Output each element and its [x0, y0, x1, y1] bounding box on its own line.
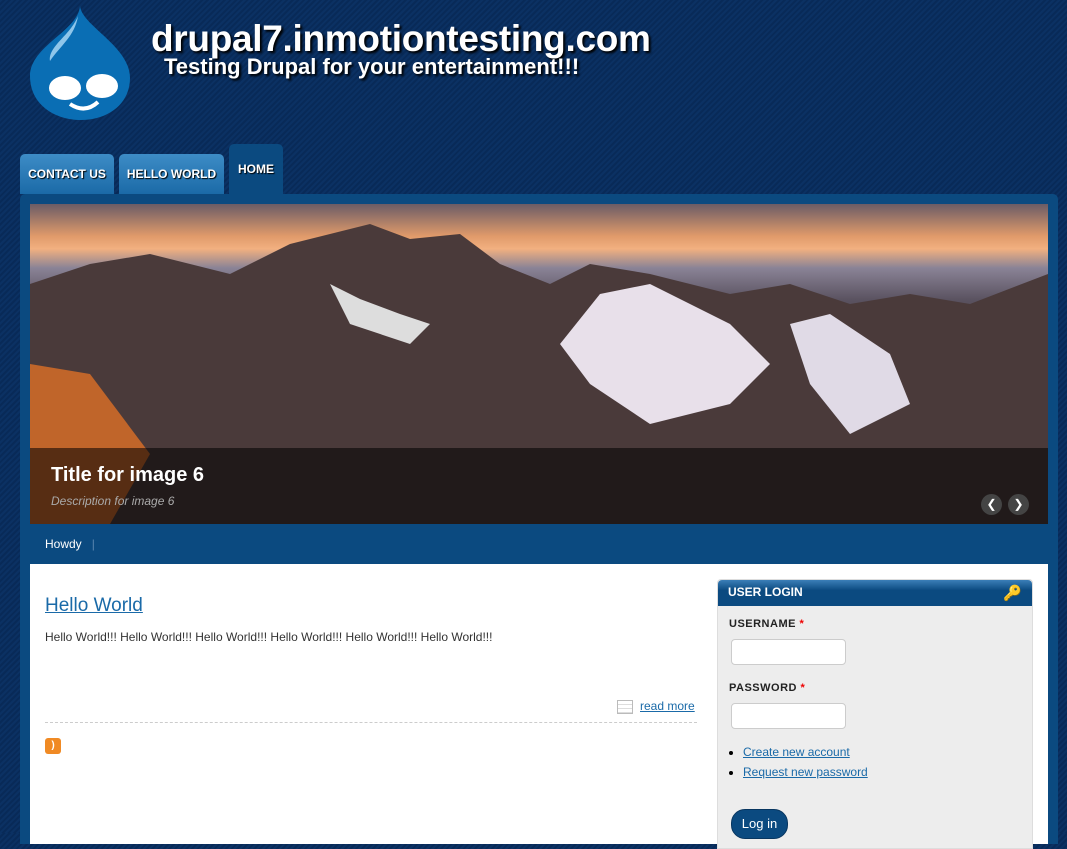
- site-slogan: Testing Drupal for your entertainment!!!: [164, 54, 580, 79]
- login-button[interactable]: Log in: [731, 809, 788, 839]
- request-password-link[interactable]: Request new password: [743, 765, 868, 779]
- tab-contact-us[interactable]: CONTACT US: [20, 154, 114, 194]
- slideshow[interactable]: Title for image 6 Description for image …: [30, 204, 1048, 524]
- tab-hello-world[interactable]: HELLO WORLD: [119, 154, 224, 194]
- drupal-logo[interactable]: [30, 6, 132, 120]
- block-title: USER LOGIN: [728, 585, 803, 599]
- username-input[interactable]: [731, 639, 846, 665]
- node-body: Hello World!!! Hello World!!! Hello Worl…: [45, 630, 493, 644]
- document-icon: [617, 700, 633, 714]
- tab-home[interactable]: HOME: [229, 144, 283, 196]
- create-account-link[interactable]: Create new account: [743, 745, 850, 759]
- block-header: USER LOGIN 🔑: [718, 580, 1032, 606]
- password-label: PASSWORD *: [729, 682, 806, 694]
- slide-caption: Title for image 6 Description for image …: [30, 448, 1048, 524]
- node-title-link[interactable]: Hello World: [45, 595, 143, 617]
- username-label: USERNAME *: [729, 618, 805, 630]
- password-input[interactable]: [731, 703, 846, 729]
- key-icon: 🔑: [1003, 585, 1022, 602]
- prev-arrow-icon[interactable]: ❮: [981, 494, 1002, 515]
- login-links: Create new account Request new password: [743, 745, 868, 785]
- secondary-nav: Howdy |: [45, 537, 95, 551]
- slide-title: Title for image 6: [51, 464, 205, 486]
- separator: |: [91, 537, 95, 551]
- divider: [45, 722, 697, 723]
- slide-description: Description for image 6: [51, 494, 175, 508]
- rss-icon[interactable]: ): [45, 738, 61, 754]
- secondary-nav-howdy[interactable]: Howdy: [45, 537, 82, 551]
- user-login-block: USER LOGIN 🔑 USERNAME * PASSWORD * Create…: [717, 579, 1033, 849]
- read-more-link[interactable]: read more: [640, 699, 695, 713]
- next-arrow-icon[interactable]: ❯: [1008, 494, 1029, 515]
